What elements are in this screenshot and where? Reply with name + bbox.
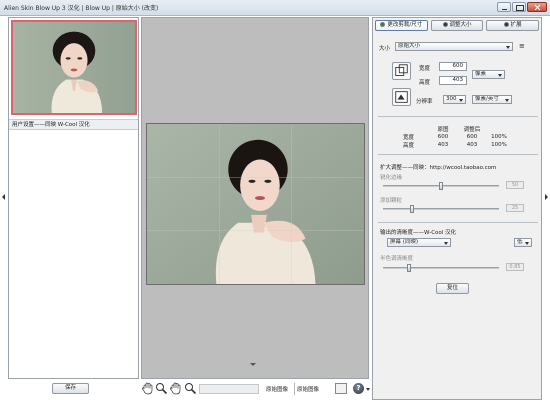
settings-tabs: 更改剪裁/尺寸 调整大小 扩展	[375, 20, 540, 32]
chevron-down-icon	[444, 242, 448, 245]
preset-thumbnail[interactable]	[11, 20, 137, 115]
section-divider	[378, 222, 538, 223]
tab-resize-label: 调整大小	[449, 22, 472, 28]
size-select-value: 原始大小	[398, 43, 421, 49]
size-comparison-table: 原图 调整后 宽度 600 600 100% 高度 403 403 100%	[403, 125, 511, 149]
compare-row-label: 高度	[403, 143, 415, 149]
resolution-unit-value: 像素/英寸	[475, 96, 499, 102]
compare-row-label: 宽度	[403, 135, 415, 141]
collapse-right-arrow-icon[interactable]	[545, 194, 548, 200]
help-icon[interactable]: ?	[353, 383, 364, 394]
chevron-down-icon	[505, 99, 509, 102]
section-divider	[378, 154, 538, 155]
zoom-in-icon[interactable]	[155, 382, 168, 395]
size-label: 大小	[379, 46, 391, 52]
original-image-label-2[interactable]: 原始图像	[297, 385, 319, 393]
hand-icon[interactable]	[141, 382, 154, 395]
chevron-down-icon	[525, 242, 529, 245]
compare-original: 403	[437, 142, 449, 148]
grid-toggle-icon[interactable]	[335, 383, 347, 394]
chevron-down-icon	[498, 74, 502, 77]
compare-percent: 100%	[491, 134, 507, 140]
compare-original: 600	[437, 134, 449, 140]
add-grain-value[interactable]: 25	[506, 204, 524, 212]
minimize-icon[interactable]	[497, 2, 511, 12]
chevron-down-icon	[459, 99, 463, 102]
output-extra-select[interactable]: 低	[514, 238, 532, 247]
canvas-expand-arrow-icon[interactable]	[250, 363, 256, 366]
unit-select[interactable]: 像素	[472, 70, 505, 79]
help-dropdown-caret-icon[interactable]	[366, 388, 370, 391]
preview-image[interactable]	[146, 123, 365, 285]
radio-off-icon	[442, 22, 448, 27]
output-extra-value: 低	[517, 239, 523, 245]
tab-crop-size[interactable]: 更改剪裁/尺寸	[375, 20, 428, 31]
half-tone-label: 半色调清晰度	[380, 256, 414, 262]
radio-on-icon	[380, 22, 386, 27]
maximize-icon[interactable]	[512, 2, 526, 12]
preset-list-header[interactable]: 用户设置——同映 W-Cool 汉化	[9, 119, 138, 130]
resolution-select-value: 300	[446, 96, 457, 102]
radio-off-icon	[503, 22, 509, 27]
unit-select-value: 像素	[475, 71, 487, 77]
toolbar-divider	[294, 383, 295, 395]
width-label: 宽度	[419, 66, 431, 72]
resolution-label: 分辨率	[416, 99, 433, 105]
add-grain-label: 添加颗粒	[380, 198, 403, 204]
half-tone-thumb[interactable]	[407, 264, 411, 272]
height-label: 高度	[419, 80, 431, 86]
bottom-toolbar: 原始图像 原始图像 ?	[139, 380, 371, 400]
settings-panel: 更改剪裁/尺寸 调整大小 扩展 大小 原始大小 ≡ 宽度 600 高度 403 …	[372, 17, 542, 400]
size-select[interactable]: 原始大小	[395, 42, 513, 51]
resolution-unit-select[interactable]: 像素/英寸	[472, 95, 512, 104]
zoom-out-icon[interactable]	[184, 382, 197, 395]
preview-photo	[147, 124, 364, 284]
window-controls	[497, 2, 547, 12]
enlarge-section-title: 扩大调整——同映：http://wcool.taobao.com	[380, 165, 497, 171]
compare-percent: 100%	[491, 142, 507, 148]
window-title: Alien Skin Blow Up 3 汉化 | Blow Up | 原始大小…	[4, 5, 159, 12]
tab-crop-size-label: 更改剪裁/尺寸	[387, 22, 423, 28]
original-image-label[interactable]: 原始图像	[266, 385, 288, 393]
save-button[interactable]: 保存	[52, 383, 89, 394]
compare-row: 高度 403 403 100%	[403, 141, 511, 149]
tab-extend[interactable]: 扩展	[486, 20, 540, 31]
compare-adjusted: 600	[466, 134, 478, 140]
half-tone-value[interactable]: 0.85	[506, 263, 524, 271]
compare-header-original: 原图	[437, 127, 449, 133]
add-grain-slider[interactable]	[383, 208, 499, 210]
title-bar: Alien Skin Blow Up 3 汉化 | Blow Up | 原始大小…	[0, 0, 550, 16]
compare-row: 宽度 600 600 100%	[403, 133, 511, 141]
section-divider	[378, 116, 538, 117]
output-select-value: 屏幕 (同映)	[390, 239, 419, 245]
close-icon[interactable]	[527, 2, 547, 12]
resolution-icon[interactable]	[392, 88, 411, 106]
menu-icon[interactable]: ≡	[519, 42, 525, 50]
thumbnail-image	[13, 22, 135, 113]
sharpen-edge-label: 锐化边缘	[380, 175, 403, 181]
output-section-title: 输出的清晰度——W-Cool 汉化	[380, 230, 457, 236]
compare-header-adjusted: 调整后	[463, 127, 481, 133]
chevron-down-icon	[506, 46, 510, 49]
compare-adjusted: 403	[466, 142, 478, 148]
image-canvas[interactable]	[141, 17, 369, 379]
tab-resize[interactable]: 调整大小	[430, 20, 484, 31]
half-tone-slider[interactable]	[383, 267, 499, 269]
aspect-icon[interactable]	[392, 62, 411, 80]
width-input[interactable]: 600	[439, 62, 467, 71]
height-input[interactable]: 403	[439, 76, 467, 85]
collapse-left-arrow-icon[interactable]	[2, 194, 5, 200]
zoom-level-field[interactable]	[199, 384, 259, 394]
add-grain-thumb[interactable]	[410, 205, 414, 213]
reset-button[interactable]: 复位	[436, 283, 469, 294]
sharpen-edge-thumb[interactable]	[439, 182, 443, 190]
resolution-select[interactable]: 300	[443, 95, 466, 104]
hand-icon-2[interactable]	[169, 382, 182, 395]
tab-extend-label: 扩展	[510, 22, 522, 28]
output-select[interactable]: 屏幕 (同映)	[387, 238, 451, 247]
sharpen-edge-value[interactable]: 50	[506, 181, 524, 189]
preset-panel: 用户设置——同映 W-Cool 汉化	[8, 17, 139, 379]
